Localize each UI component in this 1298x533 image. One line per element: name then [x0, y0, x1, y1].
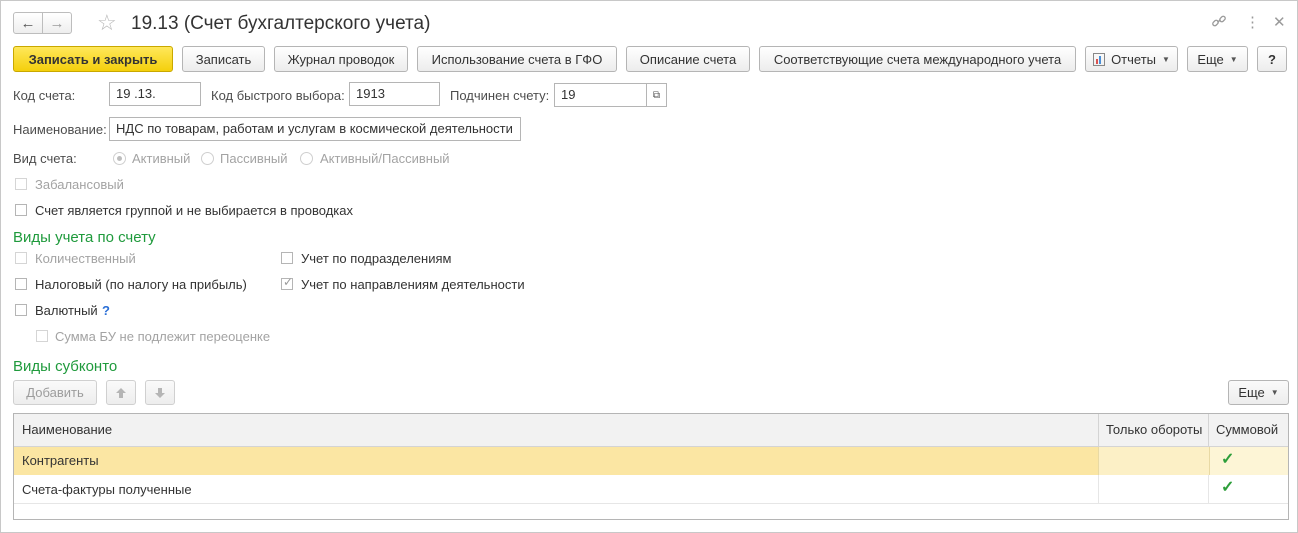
report-icon	[1093, 52, 1106, 66]
link-icon[interactable]	[1211, 13, 1227, 35]
row-name-cell: Счета-фактуры полученные	[22, 482, 192, 497]
table-row[interactable]: Контрагенты ✓	[14, 447, 1288, 475]
quick-code-input[interactable]: 1913	[349, 82, 440, 106]
journal-button[interactable]: Журнал проводок	[274, 46, 408, 72]
subconto-heading: Виды субконто	[13, 358, 118, 375]
code-label: Код счета:	[13, 88, 76, 103]
close-icon[interactable]: ✕	[1273, 13, 1286, 33]
column-header-name[interactable]: Наименование	[22, 416, 112, 444]
caret-down-icon: ▼	[1162, 54, 1170, 64]
radio-active[interactable]	[113, 152, 126, 165]
is-group-checkbox[interactable]	[15, 204, 27, 216]
table-row[interactable]: Счета-фактуры полученные ✓	[14, 475, 1288, 504]
page-title: 19.13 (Счет бухгалтерского учета)	[131, 13, 431, 34]
currency-label: Валютный	[35, 303, 98, 318]
radio-active-passive[interactable]	[300, 152, 313, 165]
column-header-sum[interactable]: Суммовой	[1216, 416, 1278, 444]
no-revaluation-label: Сумма БУ не подлежит переоценке	[55, 329, 271, 344]
tax-checkbox[interactable]	[15, 278, 27, 290]
row-name-cell: Контрагенты	[22, 453, 99, 468]
radio-passive-label: Пассивный	[220, 151, 288, 166]
tax-label: Налоговый (по налогу на прибыль)	[35, 277, 247, 292]
by-activity-checkbox[interactable]: ✓	[281, 275, 294, 290]
no-revaluation-checkbox[interactable]	[36, 330, 48, 342]
by-activity-label: Учет по направлениям деятельности	[301, 277, 525, 292]
by-department-checkbox[interactable]	[281, 252, 293, 264]
checkmark-icon: ✓	[283, 275, 294, 289]
more-button[interactable]: Еще ▼	[1187, 46, 1248, 72]
quick-code-label: Код быстрого выбора:	[211, 88, 345, 103]
subconto-table[interactable]: Наименование Только обороты Суммовой Кон…	[13, 413, 1289, 520]
move-up-button[interactable]	[106, 380, 136, 405]
quantity-checkbox[interactable]	[15, 252, 27, 264]
international-accounts-button[interactable]: Соответствующие счета международного уче…	[759, 46, 1076, 72]
is-group-label: Счет является группой и не выбирается в …	[35, 203, 353, 218]
usage-gfo-button[interactable]: Использование счета в ГФО	[417, 46, 617, 72]
code-input[interactable]: 19 .13.	[109, 82, 201, 106]
arrow-down-icon	[155, 387, 165, 398]
open-link-icon[interactable]: ⧉	[647, 83, 667, 107]
caret-down-icon: ▼	[1229, 54, 1238, 64]
parent-account-input[interactable]: 19	[554, 83, 647, 107]
offbalance-checkbox[interactable]	[15, 178, 27, 190]
currency-help-icon[interactable]: ?	[102, 303, 110, 318]
table-header: Наименование Только обороты Суммовой	[14, 414, 1288, 447]
subconto-more-button[interactable]: Еще ▼	[1228, 380, 1289, 405]
reports-button[interactable]: Отчеты ▼	[1085, 46, 1178, 72]
back-button[interactable]: ←	[13, 12, 43, 34]
column-header-turnover[interactable]: Только обороты	[1106, 416, 1202, 444]
caret-down-icon: ▼	[1270, 388, 1279, 397]
favorite-star-icon[interactable]: ☆	[97, 10, 117, 36]
forward-button[interactable]: →	[42, 12, 72, 34]
arrow-up-icon	[116, 387, 126, 398]
name-input[interactable]: НДС по товарам, работам и услугам в косм…	[109, 117, 521, 141]
radio-active-passive-label: Активный/Пассивный	[320, 151, 450, 166]
offbalance-label: Забалансовый	[35, 177, 124, 192]
subconto-more-label: Еще	[1238, 385, 1265, 400]
sum-check-icon[interactable]: ✓	[1221, 447, 1234, 473]
arrow-right-icon: →	[49, 14, 65, 32]
reports-label: Отчеты	[1111, 51, 1156, 67]
arrow-left-icon: ←	[20, 14, 36, 32]
move-down-button[interactable]	[145, 380, 175, 405]
parent-account-label: Подчинен счету:	[450, 88, 550, 103]
radio-passive[interactable]	[201, 152, 214, 165]
save-button[interactable]: Записать	[182, 46, 265, 72]
by-department-label: Учет по подразделениям	[301, 251, 452, 266]
radio-active-label: Активный	[132, 151, 191, 166]
more-label: Еще	[1197, 51, 1224, 67]
accounting-kinds-heading: Виды учета по счету	[13, 229, 156, 246]
more-menu-icon[interactable]: ⋮	[1245, 13, 1260, 33]
save-and-close-button[interactable]: Записать и закрыть	[13, 46, 173, 72]
name-label: Наименование:	[13, 122, 107, 137]
sum-check-icon[interactable]: ✓	[1221, 475, 1234, 501]
add-button[interactable]: Добавить	[13, 380, 97, 405]
account-type-label: Вид счета:	[13, 151, 77, 166]
currency-checkbox[interactable]	[15, 304, 27, 316]
help-button[interactable]: ?	[1257, 46, 1287, 72]
quantity-label: Количественный	[35, 251, 136, 266]
account-description-button[interactable]: Описание счета	[626, 46, 750, 72]
form-window: ← → ☆ 19.13 (Счет бухгалтерского учета) …	[0, 0, 1298, 533]
